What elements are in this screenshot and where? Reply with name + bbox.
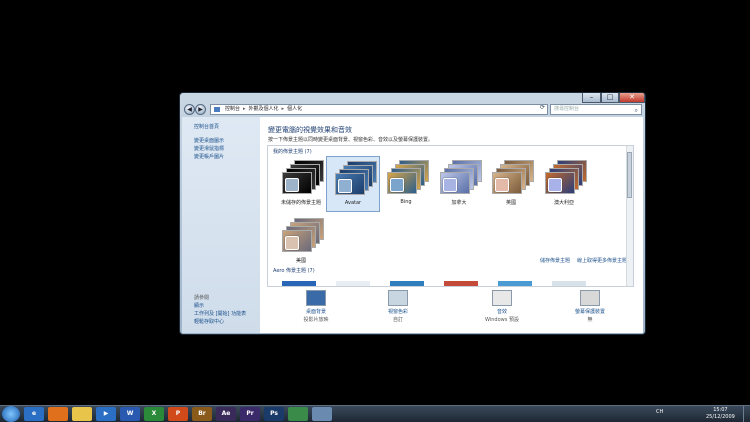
aero-theme-preview[interactable] xyxy=(552,281,586,286)
setting-label[interactable]: 螢幕保護裝置 xyxy=(560,308,620,315)
page-title: 變更電腦的視覺效果和音效 xyxy=(268,126,352,134)
my-themes-heading: 我的佈景主題 (7) xyxy=(273,149,312,155)
sidebar: 控制台首頁 變更桌面圖示 變更滑鼠指標 變更帳戶圖片 請參閱 顯示 工作列及 [… xyxy=(182,117,260,333)
theme-label: 未儲存的佈景主題 xyxy=(280,200,321,206)
taskbar-app-firefox[interactable] xyxy=(48,407,68,421)
forward-button[interactable]: ▶ xyxy=(195,104,206,115)
taskbar-app-ie[interactable]: e xyxy=(24,407,44,421)
scrollbar[interactable] xyxy=(626,146,633,286)
theme-item[interactable]: 英國 xyxy=(484,156,538,212)
setting-label[interactable]: 音效 xyxy=(472,308,532,315)
aero-themes-heading: Aero 佈景主題 (7) xyxy=(273,268,315,274)
theme-preview xyxy=(282,218,324,254)
theme-label: 英國 xyxy=(505,200,516,206)
setting-value: Windows 預設 xyxy=(485,317,519,323)
setting-icon xyxy=(580,290,600,306)
taskbar-app-controlpanel[interactable] xyxy=(288,407,308,421)
taskbar-app-bridge[interactable]: Br xyxy=(192,407,212,421)
theme-label: 美國 xyxy=(295,258,306,264)
theme-preview xyxy=(387,160,429,196)
refresh-icon[interactable]: ⟳ xyxy=(540,104,545,111)
sidebar-link-mouse-pointers[interactable]: 變更滑鼠指標 xyxy=(194,145,224,152)
aero-theme-preview[interactable] xyxy=(390,281,424,286)
setting-label[interactable]: 桌面背景 xyxy=(286,308,346,315)
theme-item[interactable]: Bing xyxy=(379,156,433,212)
see-also-taskbar[interactable]: 工作列及 [開始] 功能表 xyxy=(194,310,246,317)
address-bar[interactable]: 控制台 ▸ 外觀及個人化 ▸ 個人化 xyxy=(210,104,548,115)
theme-preview xyxy=(282,160,324,196)
theme-label: Bing xyxy=(400,199,412,205)
taskbar: e ▶ W X P Br Ae Pr Ps CH 15:07 25/12/2009 xyxy=(0,405,750,422)
taskbar-app-powerpoint[interactable]: P xyxy=(168,407,188,421)
see-also-ease-of-access[interactable]: 輕鬆存取中心 xyxy=(194,318,224,325)
maximize-button[interactable]: □ xyxy=(601,93,619,103)
search-icon[interactable]: ⌕ xyxy=(635,106,638,115)
system-tray[interactable]: CH xyxy=(656,409,663,415)
show-desktop-button[interactable] xyxy=(743,406,750,422)
setting-label[interactable]: 視窗色彩 xyxy=(368,308,428,315)
see-also-display[interactable]: 顯示 xyxy=(194,302,204,309)
aero-theme-preview[interactable] xyxy=(336,281,370,286)
theme-preview xyxy=(440,160,482,196)
taskbar-app-photoshop[interactable]: Ps xyxy=(264,407,284,421)
theme-preview xyxy=(545,160,587,196)
personalization-window: – □ ✕ ◀ ▶ 控制台 ▸ 外觀及個人化 ▸ 個人化 ⟳ 搜尋控制台 ⌕ 控制台首頁… xyxy=(179,92,646,335)
theme-setting-item[interactable]: 視窗色彩 自訂 xyxy=(368,290,428,323)
aero-theme-preview[interactable] xyxy=(498,281,532,286)
setting-value: 自訂 xyxy=(392,317,403,323)
setting-icon xyxy=(492,290,512,306)
breadcrumb-personalization[interactable]: 個人化 xyxy=(287,106,302,112)
taskbar-app-explorer[interactable] xyxy=(72,407,92,421)
back-button[interactable]: ◀ xyxy=(184,104,195,115)
sidebar-link-desktop-icons[interactable]: 變更桌面圖示 xyxy=(194,137,224,144)
breadcrumb-appearance[interactable]: 外觀及個人化 xyxy=(249,106,279,112)
theme-label: 加拿大 xyxy=(451,200,467,206)
theme-setting-item[interactable]: 音效 Windows 預設 xyxy=(472,290,532,323)
taskbar-app-word[interactable]: W xyxy=(120,407,140,421)
theme-item[interactable]: 加拿大 xyxy=(432,156,486,212)
get-more-themes-link[interactable]: 線上取得更多佈景主題 xyxy=(577,257,627,264)
close-button[interactable]: ✕ xyxy=(619,93,645,103)
navigation-bar: ◀ ▶ 控制台 ▸ 外觀及個人化 ▸ 個人化 ⟳ 搜尋控制台 ⌕ xyxy=(180,103,645,117)
theme-setting-item[interactable]: 螢幕保護裝置無 xyxy=(560,290,620,323)
theme-label: 澳大利亞 xyxy=(553,200,574,206)
theme-preview xyxy=(492,160,534,196)
clock[interactable]: 15:07 25/12/2009 xyxy=(706,407,735,421)
start-button[interactable] xyxy=(2,406,20,422)
theme-list: 我的佈景主題 (7) 未儲存的佈景主題 Avatar Bing 加拿大 英國 澳大利亞美國… xyxy=(267,145,634,287)
theme-item[interactable]: 美國 xyxy=(274,214,328,270)
page-description: 按一下佈景主題以同時變更桌面背景、視窗色彩、音效以及螢幕保護裝置。 xyxy=(268,137,434,143)
taskbar-app-premiere[interactable]: Pr xyxy=(240,407,260,421)
theme-item[interactable]: 澳大利亞 xyxy=(537,156,591,212)
setting-icon xyxy=(388,290,408,306)
sidebar-home-link[interactable]: 控制台首頁 xyxy=(194,123,219,130)
breadcrumb-control-panel[interactable]: 控制台 xyxy=(225,106,240,112)
theme-preview xyxy=(335,161,377,197)
taskbar-app-aftereffects[interactable]: Ae xyxy=(216,407,236,421)
search-input[interactable]: 搜尋控制台 ⌕ xyxy=(550,104,642,115)
theme-label: Avatar xyxy=(344,200,362,206)
control-panel-icon xyxy=(214,107,220,112)
aero-theme-previews[interactable] xyxy=(282,281,612,286)
theme-item[interactable]: 未儲存的佈景主題 xyxy=(274,156,328,212)
setting-value: 無 xyxy=(587,317,593,323)
theme-item[interactable]: Avatar xyxy=(326,156,380,212)
taskbar-app-excel[interactable]: X xyxy=(144,407,164,421)
aero-theme-preview[interactable] xyxy=(444,281,478,286)
setting-icon xyxy=(306,290,326,306)
sidebar-link-account-picture[interactable]: 變更帳戶圖片 xyxy=(194,153,224,160)
see-also-heading: 請參閱 xyxy=(194,295,210,301)
aero-theme-preview[interactable] xyxy=(282,281,316,286)
setting-value: 投影片放映 xyxy=(303,317,329,323)
taskbar-app-active-window[interactable] xyxy=(312,407,332,421)
scrollbar-thumb[interactable] xyxy=(627,152,632,198)
taskbar-app-media[interactable]: ▶ xyxy=(96,407,116,421)
main-content: 變更電腦的視覺效果和音效 按一下佈景主題以同時變更桌面背景、視窗色彩、音效以及螢… xyxy=(260,117,643,333)
theme-setting-item[interactable]: 桌面背景 投影片放映 xyxy=(286,290,346,323)
input-language[interactable]: CH xyxy=(656,409,663,415)
minimize-button[interactable]: – xyxy=(582,93,601,103)
save-theme-link[interactable]: 儲存佈景主題 xyxy=(540,257,570,264)
